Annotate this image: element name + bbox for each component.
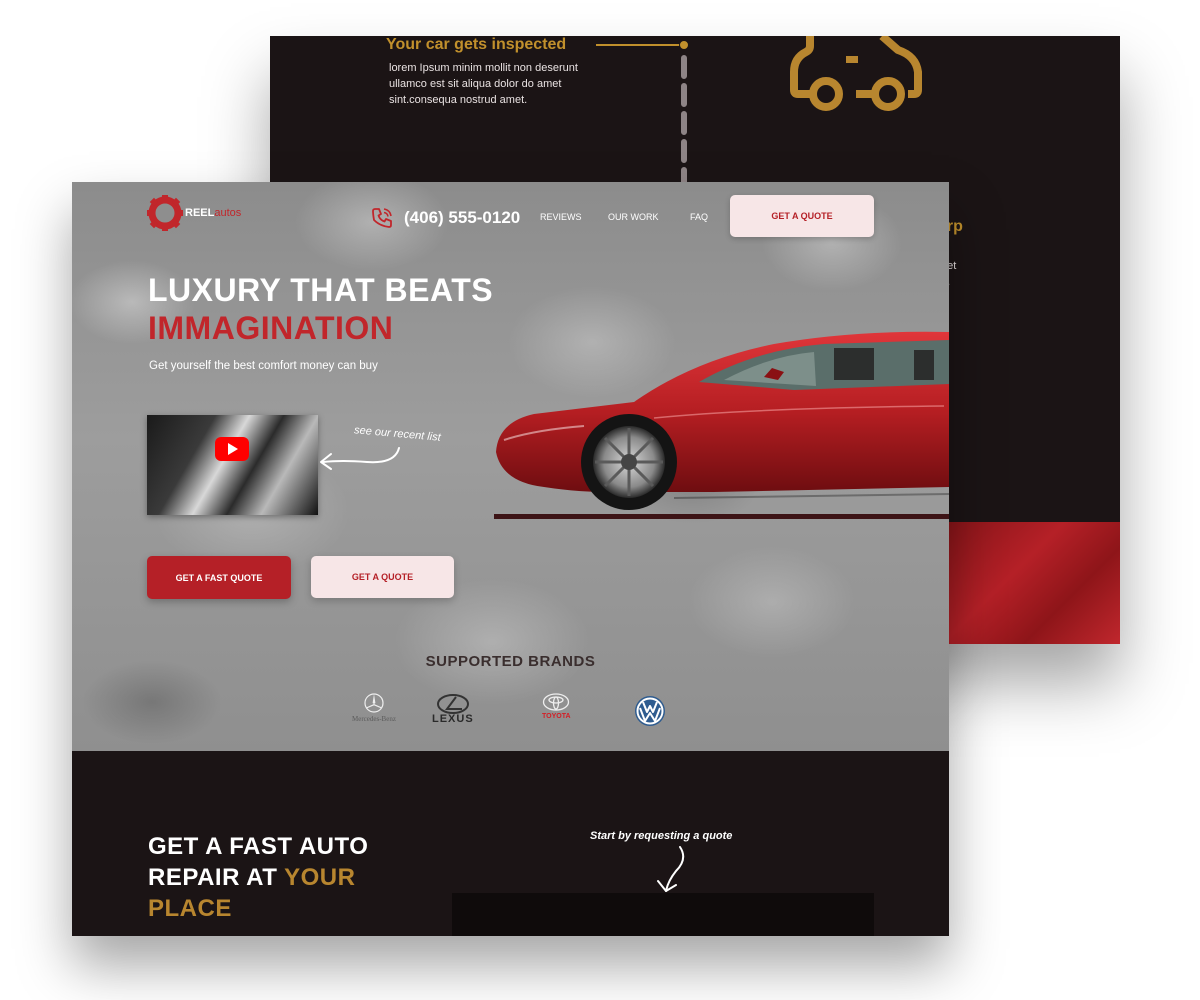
nav-faq[interactable]: FAQ: [690, 212, 708, 222]
hero-subtitle: Get yourself the best comfort money can …: [149, 360, 378, 372]
landing-page-preview: REELautos (406) 555-0120 REVIEWS OUR WOR…: [72, 182, 949, 936]
phone-number: (406) 555-0120: [404, 208, 521, 227]
section-heading: GET A FAST AUTO REPAIR AT YOUR PLACE: [148, 831, 368, 924]
brand-mercedes: Mercedes-Benz: [352, 692, 396, 723]
quote-form-panel: [452, 893, 874, 936]
nav-our-work[interactable]: OUR WORK: [608, 212, 659, 222]
heading-line: GET A FAST AUTO: [148, 833, 369, 860]
text-line: met: [938, 258, 1058, 274]
step-description-partial: nt met et.: [938, 242, 1058, 290]
toyota-logo: [543, 693, 570, 711]
volkswagen-logo: [635, 696, 665, 726]
brand-name: TOYOTA: [542, 713, 571, 720]
heading-text: REPAIR AT: [148, 864, 285, 891]
brands-heading: SUPPORTED BRANDS: [425, 653, 596, 670]
brand-lexus: LEXUS: [432, 694, 474, 725]
video-caption: see our recent list: [353, 424, 442, 444]
step-title: Your car gets inspected: [386, 36, 567, 53]
heading-line: REPAIR AT YOUR: [148, 862, 368, 893]
get-fast-quote-button[interactable]: GET A FAST QUOTE: [147, 556, 291, 599]
logo-main: REEL: [185, 207, 215, 219]
hero-title-accent: IMMAGINATION: [148, 310, 394, 346]
video-thumbnail[interactable]: [147, 415, 318, 515]
timeline-dashed-line: [681, 55, 687, 186]
fast-repair-section: GET A FAST AUTO REPAIR AT YOUR PLACE Sta…: [72, 751, 949, 936]
lexus-logo: [436, 694, 469, 714]
brand-name: Mercedes-Benz: [352, 715, 396, 723]
gear-icon: [147, 195, 183, 231]
get-quote-button[interactable]: GET A QUOTE: [311, 556, 454, 598]
step-description: lorem Ipsum minim mollit non deserunt ul…: [389, 62, 578, 106]
mercedes-logo: [364, 693, 384, 713]
brand-name: LEXUS: [432, 713, 474, 725]
logo[interactable]: REELautos: [147, 195, 241, 231]
nav-reviews[interactable]: REVIEWS: [540, 212, 582, 222]
header-get-quote-button[interactable]: GET A QUOTE: [730, 195, 874, 237]
phone-icon: [372, 208, 392, 228]
logo-accent: autos: [214, 207, 242, 219]
down-arrow-icon: [657, 846, 685, 892]
text-line: nt: [938, 242, 1058, 258]
hero-title: LUXURY THAT BEATS: [148, 272, 494, 308]
red-sports-car-image: [494, 331, 949, 519]
curved-arrow-icon: [320, 447, 400, 470]
brand-volkswagen: [634, 695, 666, 727]
heading-accent: PLACE: [148, 895, 232, 922]
phone-link[interactable]: (406) 555-0120: [370, 206, 520, 230]
logo-text: REELautos: [185, 207, 241, 219]
red-texture-panel: [920, 522, 1120, 644]
step-connector-line: [596, 44, 684, 46]
brand-toyota: TOYOTA: [542, 692, 571, 721]
hero-section: REELautos (406) 555-0120 REVIEWS OUR WOR…: [72, 182, 949, 751]
car-icon: [790, 36, 922, 111]
play-icon[interactable]: [215, 437, 249, 461]
text-line: et.: [938, 274, 1058, 290]
heading-accent: YOUR: [284, 864, 356, 891]
quote-hint: Start by requesting a quote: [590, 830, 733, 842]
